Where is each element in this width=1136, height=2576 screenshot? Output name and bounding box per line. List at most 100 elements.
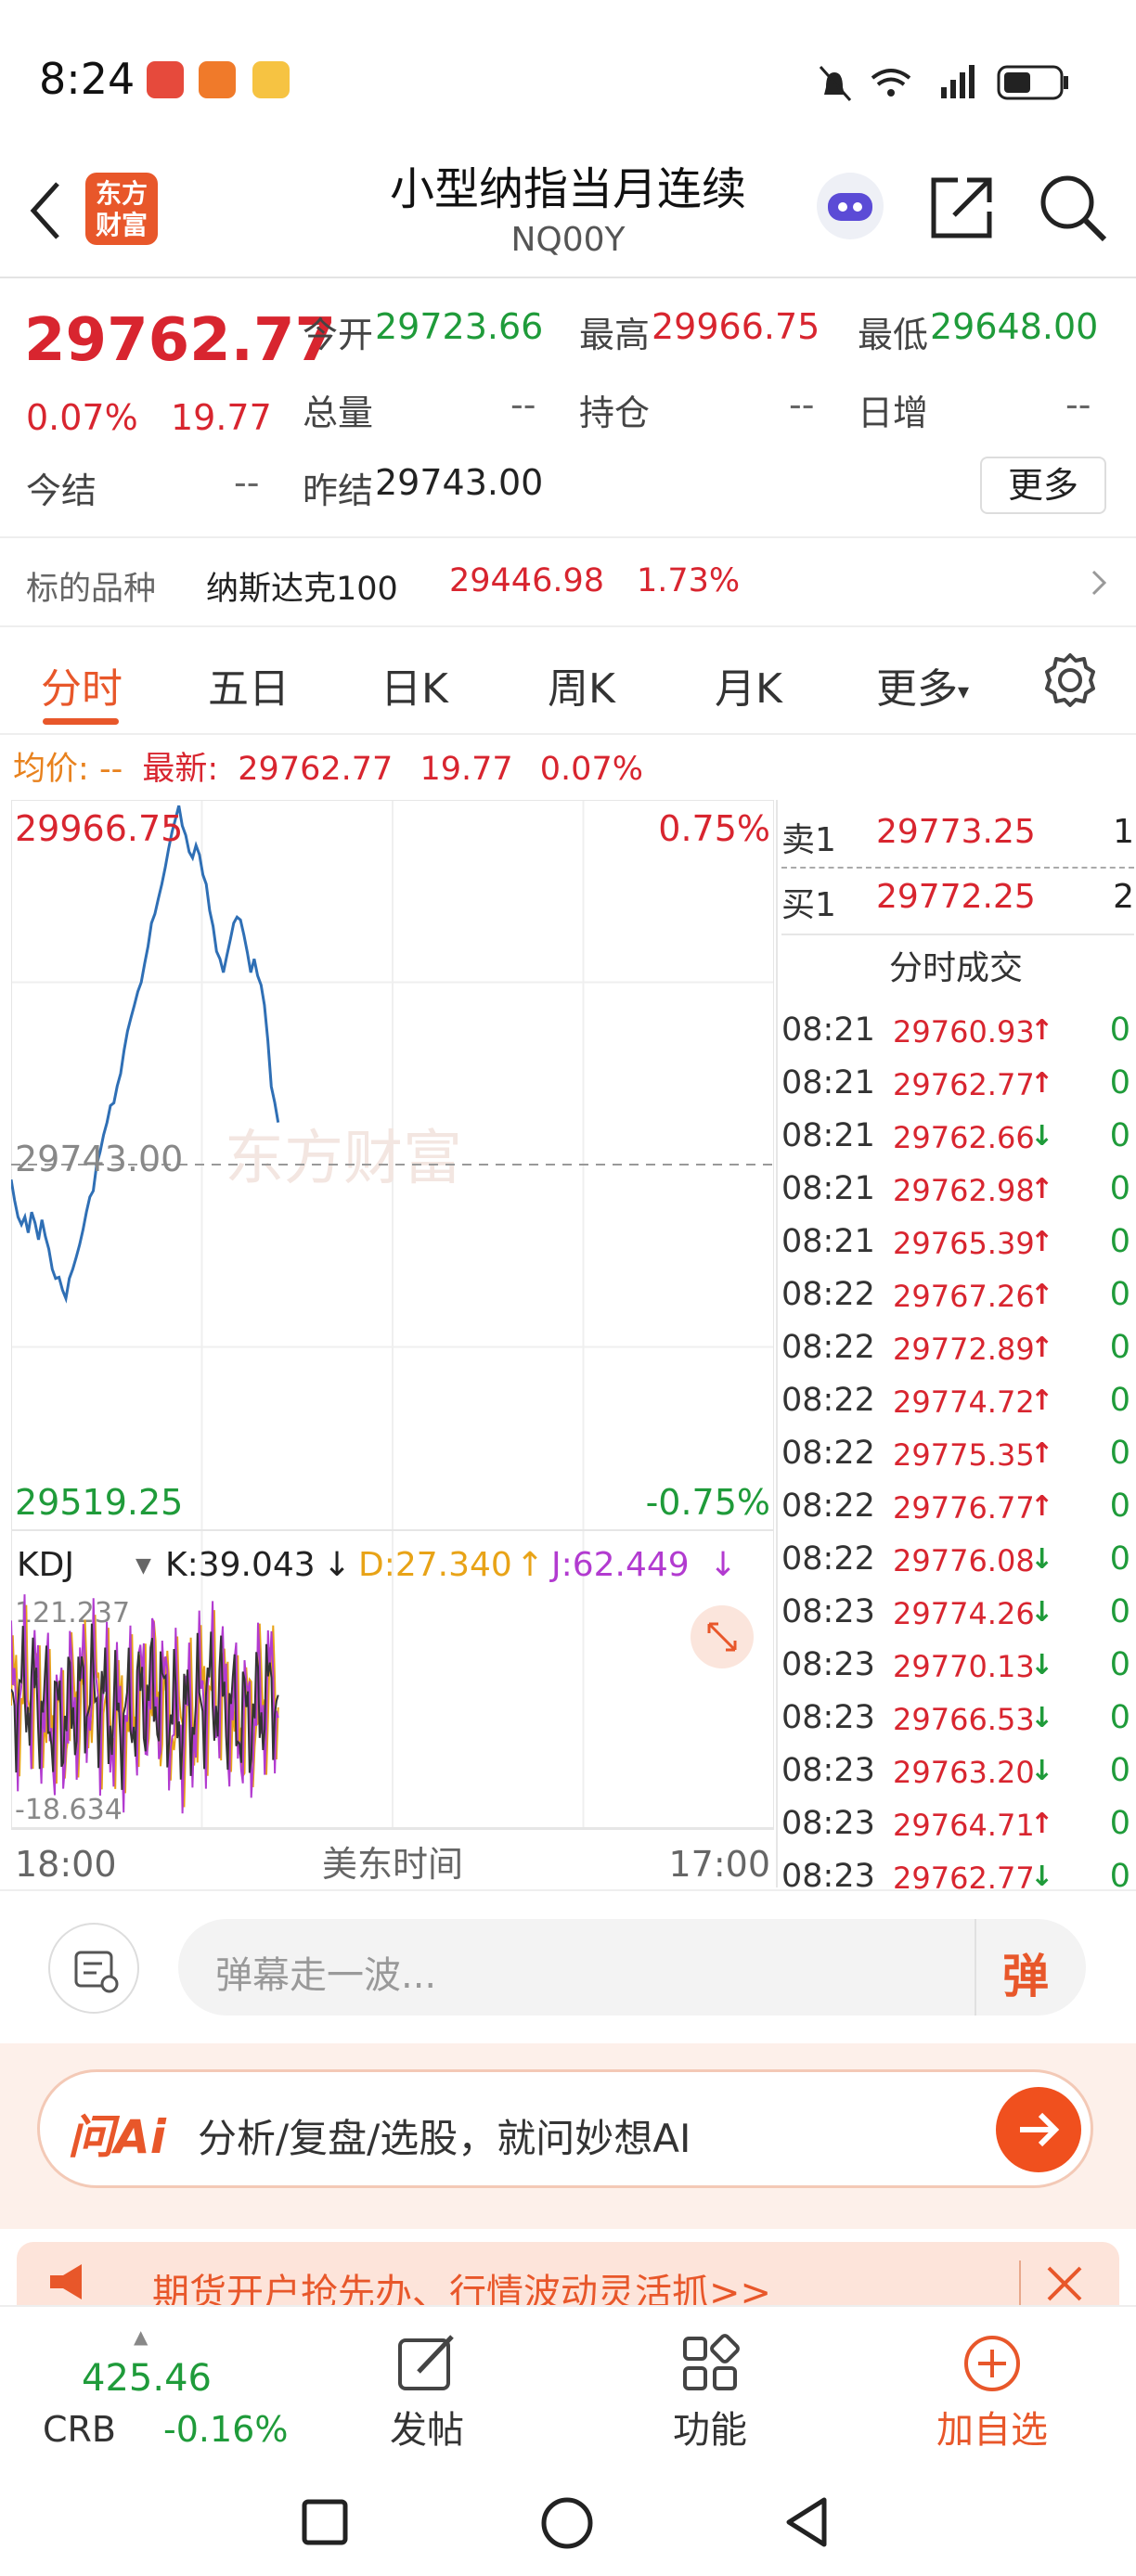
- intraday-chart-area[interactable]: 东方财富 29966.75 29743.00 29519.25 0.75% -0…: [9, 799, 775, 1887]
- danmu-input[interactable]: 弹幕走一波... 弹: [178, 1919, 1086, 2016]
- trade-price: 29762.66: [893, 1120, 1035, 1155]
- x-left-label: 18:00: [15, 1844, 117, 1885]
- post-button[interactable]: 发帖: [371, 2325, 483, 2455]
- ai-assistant-bar[interactable]: 问Ai 分析/复盘/选股，就问妙想AI: [37, 2069, 1093, 2188]
- kdj-bottom-label: -18.634: [15, 1794, 123, 1826]
- trade-row: 08:21 29762.66 ↓ 0: [781, 1117, 1134, 1170]
- more-quote-button[interactable]: 更多: [980, 457, 1106, 514]
- underlying-label: 标的品种: [26, 571, 157, 608]
- home-icon[interactable]: [538, 2494, 596, 2552]
- y-bottom-label: 29519.25: [15, 1482, 183, 1523]
- avg-price-label: 均价:: [13, 751, 89, 788]
- back-triangle-icon[interactable]: [781, 2494, 833, 2550]
- trade-time: 08:21: [781, 1011, 875, 1049]
- trade-row: 08:21 29762.77 ↑ 0: [781, 1064, 1134, 1117]
- kdj-top-label: 121.237: [15, 1597, 130, 1629]
- bid-qty: 2: [1113, 878, 1134, 916]
- settings-gear-icon[interactable]: [1041, 651, 1099, 709]
- trade-row: 08:23 29770.13 ↓ 0: [781, 1646, 1134, 1699]
- trade-time: 08:23: [781, 1593, 875, 1630]
- trade-time: 08:23: [781, 1646, 875, 1683]
- ai-go-button[interactable]: [996, 2087, 1081, 2172]
- tab-daily-k[interactable]: 日K: [381, 655, 448, 715]
- x-right-label: 17:00: [668, 1844, 770, 1885]
- trade-row: 08:22 29776.08 ↓ 0: [781, 1540, 1134, 1593]
- trade-price: 29770.13: [893, 1649, 1035, 1684]
- trade-row: 08:23 29764.71 ↑ 0: [781, 1805, 1134, 1858]
- ai-brand: 问Ai: [68, 2110, 166, 2164]
- volume-label: 总量: [303, 393, 374, 433]
- close-icon[interactable]: [1041, 2260, 1088, 2307]
- trades-divider: [781, 934, 1134, 935]
- down-arrow-icon: ↓: [1030, 1755, 1054, 1787]
- add-watchlist-button[interactable]: 加自选: [923, 2325, 1062, 2455]
- trade-price: 29776.77: [893, 1490, 1035, 1526]
- tab-weekly-k[interactable]: 周K: [548, 655, 615, 715]
- robot-assistant-icon[interactable]: [813, 169, 887, 243]
- k-down-arrow-icon: ↓: [323, 1546, 351, 1584]
- trade-qty: 0: [1109, 1435, 1130, 1472]
- high-label: 最高: [579, 315, 651, 355]
- danmu-settings-button[interactable]: [48, 1923, 139, 2014]
- down-arrow-icon: ↓: [1030, 1702, 1054, 1734]
- underlying-row[interactable]: 标的品种 纳斯达克100 29446.98 1.73%: [0, 536, 1136, 627]
- trade-time: 08:21: [781, 1064, 875, 1101]
- last-price: 29762.77: [24, 306, 337, 375]
- trade-time: 08:22: [781, 1382, 875, 1419]
- j-down-arrow-icon: ↓: [709, 1546, 737, 1584]
- prev-settle-value: 29743.00: [375, 462, 544, 503]
- trade-time: 08:23: [781, 1805, 875, 1842]
- ask-label: 卖1: [781, 821, 836, 859]
- share-icon[interactable]: [926, 173, 997, 243]
- trades-title: 分时成交: [888, 949, 1023, 987]
- danmu-bar: 弹幕走一波... 弹: [0, 1889, 1136, 2043]
- volume-value: --: [510, 384, 536, 425]
- tab-five-day[interactable]: 五日: [208, 655, 290, 715]
- search-icon[interactable]: [1036, 171, 1110, 245]
- danmu-settings-icon: [74, 1951, 119, 1993]
- position-label: 持仓: [579, 393, 651, 433]
- down-arrow-icon: ↓: [1030, 1120, 1054, 1153]
- up-arrow-icon: ↑: [1030, 1490, 1054, 1523]
- x-axis-divider: [11, 1828, 774, 1830]
- trade-row: 08:23 29774.26 ↓ 0: [781, 1593, 1134, 1646]
- trade-price: 29775.35: [893, 1437, 1035, 1473]
- trade-qty: 0: [1109, 1329, 1130, 1366]
- ask-qty: 1: [1113, 813, 1134, 851]
- daily-increase-value: --: [1065, 384, 1091, 425]
- trade-qty: 0: [1109, 1540, 1130, 1578]
- trade-qty: 0: [1109, 1223, 1130, 1260]
- price-line: [9, 805, 280, 1304]
- trade-qty: 0: [1109, 1276, 1130, 1313]
- trade-qty: 0: [1109, 1488, 1130, 1525]
- recent-apps-icon[interactable]: [299, 2496, 351, 2548]
- crb-index-widget[interactable]: ▲ 425.46 CRB -0.16%: [37, 2325, 316, 2455]
- down-arrow-icon: ↓: [1030, 1596, 1054, 1629]
- grid-apps-icon: [683, 2334, 740, 2390]
- trade-qty: 0: [1109, 1170, 1130, 1207]
- trade-time: 08:23: [781, 1699, 875, 1736]
- trade-price: 29764.71: [893, 1808, 1035, 1843]
- functions-button[interactable]: 功能: [650, 2325, 770, 2455]
- quote-panel: 29762.77 0.07% 19.77 今结 -- 今开 29723.66 最…: [0, 278, 1136, 536]
- latest-label: 最新:: [142, 751, 219, 788]
- up-arrow-icon: ↑: [1030, 1385, 1054, 1417]
- tab-more[interactable]: 更多▾: [876, 655, 969, 715]
- trade-row: 08:21 29760.93 ↑ 0: [781, 1011, 1134, 1064]
- ai-prompt-text: 分析/复盘/选股，就问妙想AI: [198, 2116, 691, 2161]
- trade-time: 08:22: [781, 1435, 875, 1472]
- ask-row: 卖1 29773.25 1: [781, 813, 1134, 865]
- danmu-send-button[interactable]: 弹: [1002, 1939, 1049, 2006]
- trade-time: 08:22: [781, 1488, 875, 1525]
- x-mid-label: 美东时间: [322, 1844, 463, 1885]
- trade-row: 08:21 29762.98 ↑ 0: [781, 1170, 1134, 1223]
- high-value: 29966.75: [652, 306, 820, 347]
- trade-qty: 0: [1109, 1805, 1130, 1842]
- kdj-label[interactable]: KDJ: [17, 1546, 74, 1584]
- tab-monthly-k[interactable]: 月K: [715, 655, 782, 715]
- kdj-dropdown-icon[interactable]: ▼: [136, 1554, 151, 1578]
- kdj-d-value: D:27.340: [358, 1546, 512, 1584]
- position-value: --: [789, 384, 815, 425]
- tab-intraday[interactable]: 分时: [41, 655, 123, 715]
- intraday-info-line: 均价: -- 最新: 29762.77 19.77 0.07%: [13, 742, 643, 790]
